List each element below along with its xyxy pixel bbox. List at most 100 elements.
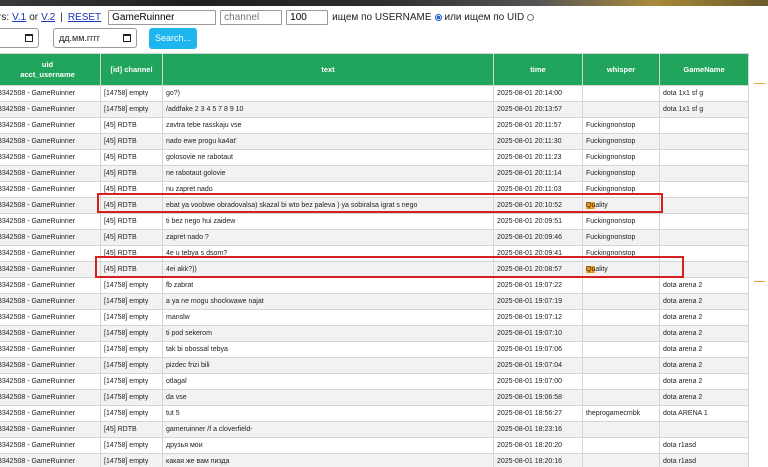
table-row: 3342508 - GameRuinner [14758] empty друзья… xyxy=(0,437,749,454)
cell-text: nu zapret nado xyxy=(162,181,494,198)
search-by-uid-radio[interactable] xyxy=(527,13,535,21)
cell-text: какая же вам пизда xyxy=(162,453,494,467)
cell-whisper: Fuckingnonstop xyxy=(582,181,660,198)
cell-uid: 3342508 - GameRuinner xyxy=(0,181,101,198)
cell-text: 4ei akk?)) xyxy=(162,261,494,278)
cell-whisper xyxy=(582,85,660,102)
cell-time: 2025-08-01 19:07:22 xyxy=(493,277,583,294)
reset-link[interactable]: RESET xyxy=(68,12,101,23)
cell-uid: 3342508 - GameRuinner xyxy=(0,341,101,358)
limit-input[interactable] xyxy=(286,9,329,25)
cell-uid: 3342508 - GameRuinner xyxy=(0,85,101,102)
table-row: 3342508 - GameRuinner [45] RDTB nu zapret … xyxy=(0,181,749,198)
cell-channel: [45] RDTB xyxy=(100,133,163,150)
column-header-uid[interactable]: uid acct_username xyxy=(0,53,101,86)
cell-text: tut 5 xyxy=(162,405,494,422)
cell-uid: 3342508 - GameRuinner xyxy=(0,261,101,278)
table-row: 3342508 - GameRuinner [45] RDTB ebat ya vo… xyxy=(0,197,749,214)
cell-uid: 3342508 - GameRuinner xyxy=(0,309,101,326)
search-by-username-radio[interactable] xyxy=(434,13,442,21)
messages-table: uid acct_username [id] channel text time… xyxy=(0,53,749,467)
cell-text: ti pod sekerom xyxy=(162,325,494,342)
cell-text: ebat ya voobwe obradovalsa) skazal bi wt… xyxy=(162,197,494,214)
cell-whisper xyxy=(582,421,660,438)
cell-time: 2025-08-01 18:56:27 xyxy=(493,405,583,422)
column-header-channel[interactable]: [id] channel xyxy=(100,53,163,86)
cell-time: 2025-08-01 20:09:51 xyxy=(493,213,583,230)
cell-whisper xyxy=(582,389,660,406)
cell-gamename: dota arena 2 xyxy=(659,341,749,358)
cell-whisper xyxy=(582,277,660,294)
cell-gamename: dota r1asd xyxy=(659,437,749,454)
column-header-whisper[interactable]: whisper xyxy=(582,53,660,86)
cell-gamename xyxy=(659,245,749,262)
table-row: 3342508 - GameRuinner [45] RDTB 4e u tebya… xyxy=(0,245,749,262)
cell-whisper: Fuckingnonstop xyxy=(582,245,660,262)
column-header-time[interactable]: time xyxy=(493,53,583,86)
calendar-icon[interactable] xyxy=(25,34,33,42)
cell-gamename: dota ARENA 1 xyxy=(659,405,749,422)
cell-whisper: Fuckingnonstop xyxy=(582,229,660,246)
date-search-bar: дд.мм.гггг Search... xyxy=(0,28,768,50)
cell-whisper: Fuckingnonstop xyxy=(582,165,660,182)
cell-channel: [45] RDTB xyxy=(100,165,163,182)
table-row: 3342508 - GameRuinner [14758] empty fb zab… xyxy=(0,277,749,294)
cell-channel: [45] RDTB xyxy=(100,197,163,214)
cell-whisper xyxy=(582,325,660,342)
row-marker-strip xyxy=(754,55,765,467)
whisper-highlight-mark: Qu xyxy=(586,202,596,209)
cell-text: ne rabotaut golovie xyxy=(162,165,494,182)
table-row: 3342508 - GameRuinner [45] RDTB zapret nad… xyxy=(0,229,749,246)
table-row: 3342508 - GameRuinner [14758] empty da vse… xyxy=(0,389,749,406)
search-button[interactable]: Search... xyxy=(149,28,197,49)
column-header-text[interactable]: text xyxy=(162,53,494,86)
row-marker-tick xyxy=(754,83,765,84)
search-by-username-label: ищем по USERNAME xyxy=(332,11,432,23)
cell-whisper xyxy=(582,309,660,326)
username-input[interactable] xyxy=(108,9,217,25)
cell-text: nado ewe progu ka4at' xyxy=(162,133,494,150)
cell-whisper: Fuckingnonstop xyxy=(582,117,660,134)
cell-text: pizdec frizi bili xyxy=(162,357,494,374)
table-row: 3342508 - GameRuinner [14758] empty/addfa… xyxy=(0,101,749,118)
version-1-link[interactable]: V.1 xyxy=(12,12,26,23)
cell-uid: 3342508 - GameRuinner xyxy=(0,421,101,438)
cell-time: 2025-08-01 20:11:14 xyxy=(493,165,583,182)
cell-whisper xyxy=(582,453,660,467)
cell-channel: [14758] empty xyxy=(100,453,163,467)
cell-text: tak bi obossal tebya xyxy=(162,341,494,358)
cell-channel: [14758] empty xyxy=(100,325,163,342)
table-row: 3342508 - GameRuinner [45] RDTB golosovie … xyxy=(0,149,749,166)
column-header-gamename[interactable]: GameName xyxy=(659,53,749,86)
date-to-input[interactable]: дд.мм.гггг xyxy=(53,28,137,48)
cell-gamename xyxy=(659,421,749,438)
date-from-input[interactable] xyxy=(0,28,39,48)
cell-gamename: dota arena 2 xyxy=(659,373,749,390)
cell-text: manslw xyxy=(162,309,494,326)
version-2-link[interactable]: V.2 xyxy=(41,12,55,23)
cell-channel: [14758] empty xyxy=(100,341,163,358)
cell-channel: [14758] empty xyxy=(100,357,163,374)
table-body: 3342508 - GameRuinner [14758] empty go?) 20… xyxy=(0,85,749,467)
or-text: or xyxy=(29,11,39,23)
cell-uid: 3342508 - GameRuinner xyxy=(0,373,101,390)
calendar-icon[interactable] xyxy=(123,34,131,42)
table-row: 3342508 - GameRuinner [45] RDTB nado ewe p… xyxy=(0,133,749,150)
cell-uid: 3342508 - GameRuinner xyxy=(0,197,101,214)
cell-text: друзья мои xyxy=(162,437,494,454)
cell-channel: [14758] empty xyxy=(100,405,163,422)
cell-text: go?) xyxy=(162,85,494,102)
channel-input[interactable] xyxy=(220,9,283,25)
filter-prefix: rs: xyxy=(0,11,10,23)
row-marker-tick xyxy=(754,281,765,282)
table-row: 3342508 - GameRuinner [14758] empty go?) 20… xyxy=(0,85,749,102)
cell-whisper xyxy=(582,437,660,454)
cell-whisper: Quality xyxy=(582,197,660,214)
table-header-row: uid acct_username [id] channel text time… xyxy=(0,53,749,86)
cell-whisper: Quality xyxy=(582,261,660,278)
cell-gamename: dota 1x1 sf g xyxy=(659,85,749,102)
cell-gamename xyxy=(659,229,749,246)
cell-text: /addfake 2 3 4 5 7 8 9 10 xyxy=(162,101,494,118)
cell-channel: [14758] empty xyxy=(100,309,163,326)
cell-time: 2025-08-01 20:08:57 xyxy=(493,261,583,278)
